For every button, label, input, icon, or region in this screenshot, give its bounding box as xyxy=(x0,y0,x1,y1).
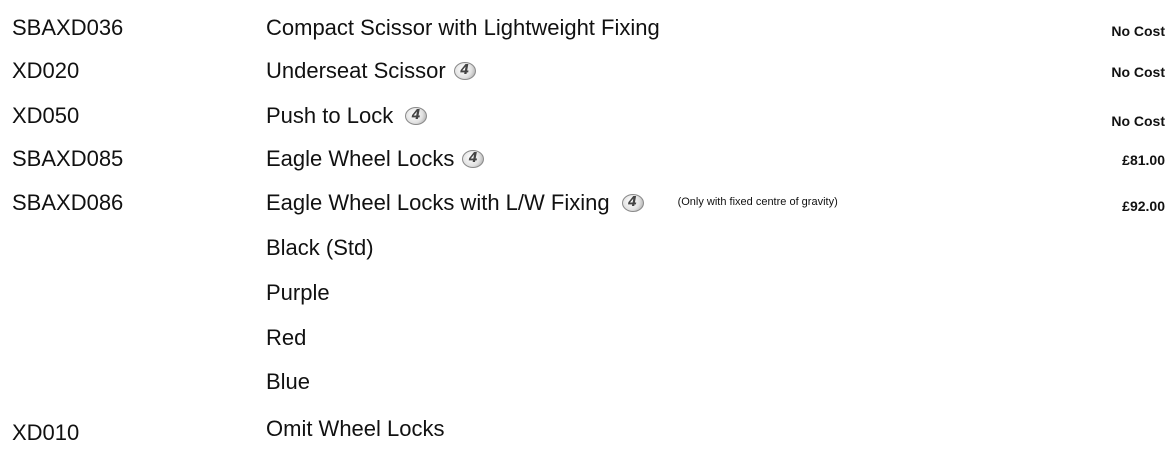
category-4-badge-icon: 4 xyxy=(621,193,644,212)
option-note: (Only with fixed centre of gravity) xyxy=(677,196,838,208)
option-description-text: Push to Lock xyxy=(266,103,394,128)
option-description: Black (Std) xyxy=(266,227,374,268)
option-row: Black (Std) xyxy=(0,227,1172,268)
option-price: £81.00 xyxy=(1122,152,1165,168)
option-row: Blue xyxy=(0,361,1172,402)
option-description: Blue xyxy=(266,361,310,402)
option-description: Underseat Scissor 4 xyxy=(266,50,476,91)
option-code: XD020 xyxy=(12,58,80,83)
option-price: No Cost xyxy=(1111,23,1165,39)
option-description: Compact Scissor with Lightweight Fixing xyxy=(266,7,660,48)
option-description-text: Purple xyxy=(266,280,330,305)
option-code: XD010 xyxy=(12,420,80,445)
option-row: SBAXD086 Eagle Wheel Locks with L/W Fixi… xyxy=(0,182,1172,223)
option-description-text: Underseat Scissor xyxy=(266,58,446,83)
option-description-text: Black (Std) xyxy=(266,235,374,260)
option-price: No Cost xyxy=(1111,113,1165,129)
option-description: Eagle Wheel Locks 4 xyxy=(266,138,485,179)
option-description: Purple xyxy=(266,272,330,313)
option-row: XD020 Underseat Scissor 4 No Cost xyxy=(0,50,1172,91)
option-row: Red xyxy=(0,317,1172,358)
category-4-badge-icon: 4 xyxy=(462,149,485,168)
option-description: Red xyxy=(266,317,306,358)
option-description-text: Eagle Wheel Locks xyxy=(266,146,455,171)
option-code: SBAXD086 xyxy=(12,190,124,215)
option-row: Purple xyxy=(0,272,1172,313)
option-description: Eagle Wheel Locks with L/W Fixing 4 (Onl… xyxy=(266,182,838,223)
option-price: No Cost xyxy=(1111,64,1165,80)
category-4-badge-icon: 4 xyxy=(405,106,428,125)
option-code: SBAXD036 xyxy=(12,15,124,40)
option-description-text: Red xyxy=(266,325,307,350)
option-row: SBAXD036 Compact Scissor with Lightweigh… xyxy=(0,7,1172,48)
option-row: XD050 Push to Lock 4 No Cost xyxy=(0,95,1172,136)
option-row: XD010 Omit Wheel Locks xyxy=(0,406,1172,447)
option-row: SBAXD085 Eagle Wheel Locks 4 £81.00 xyxy=(0,138,1172,179)
category-4-badge-icon: 4 xyxy=(453,61,476,80)
option-description-text: Eagle Wheel Locks with L/W Fixing xyxy=(266,190,610,215)
option-description-text: Omit Wheel Locks xyxy=(266,416,445,441)
option-description: Omit Wheel Locks xyxy=(266,408,445,449)
option-description-text: Blue xyxy=(266,369,311,394)
option-code: SBAXD085 xyxy=(12,146,124,171)
option-description-text: Compact Scissor with Lightweight Fixing xyxy=(266,15,660,40)
option-description: Push to Lock 4 xyxy=(266,95,428,136)
option-code: XD050 xyxy=(12,103,80,128)
option-price: £92.00 xyxy=(1122,198,1165,214)
